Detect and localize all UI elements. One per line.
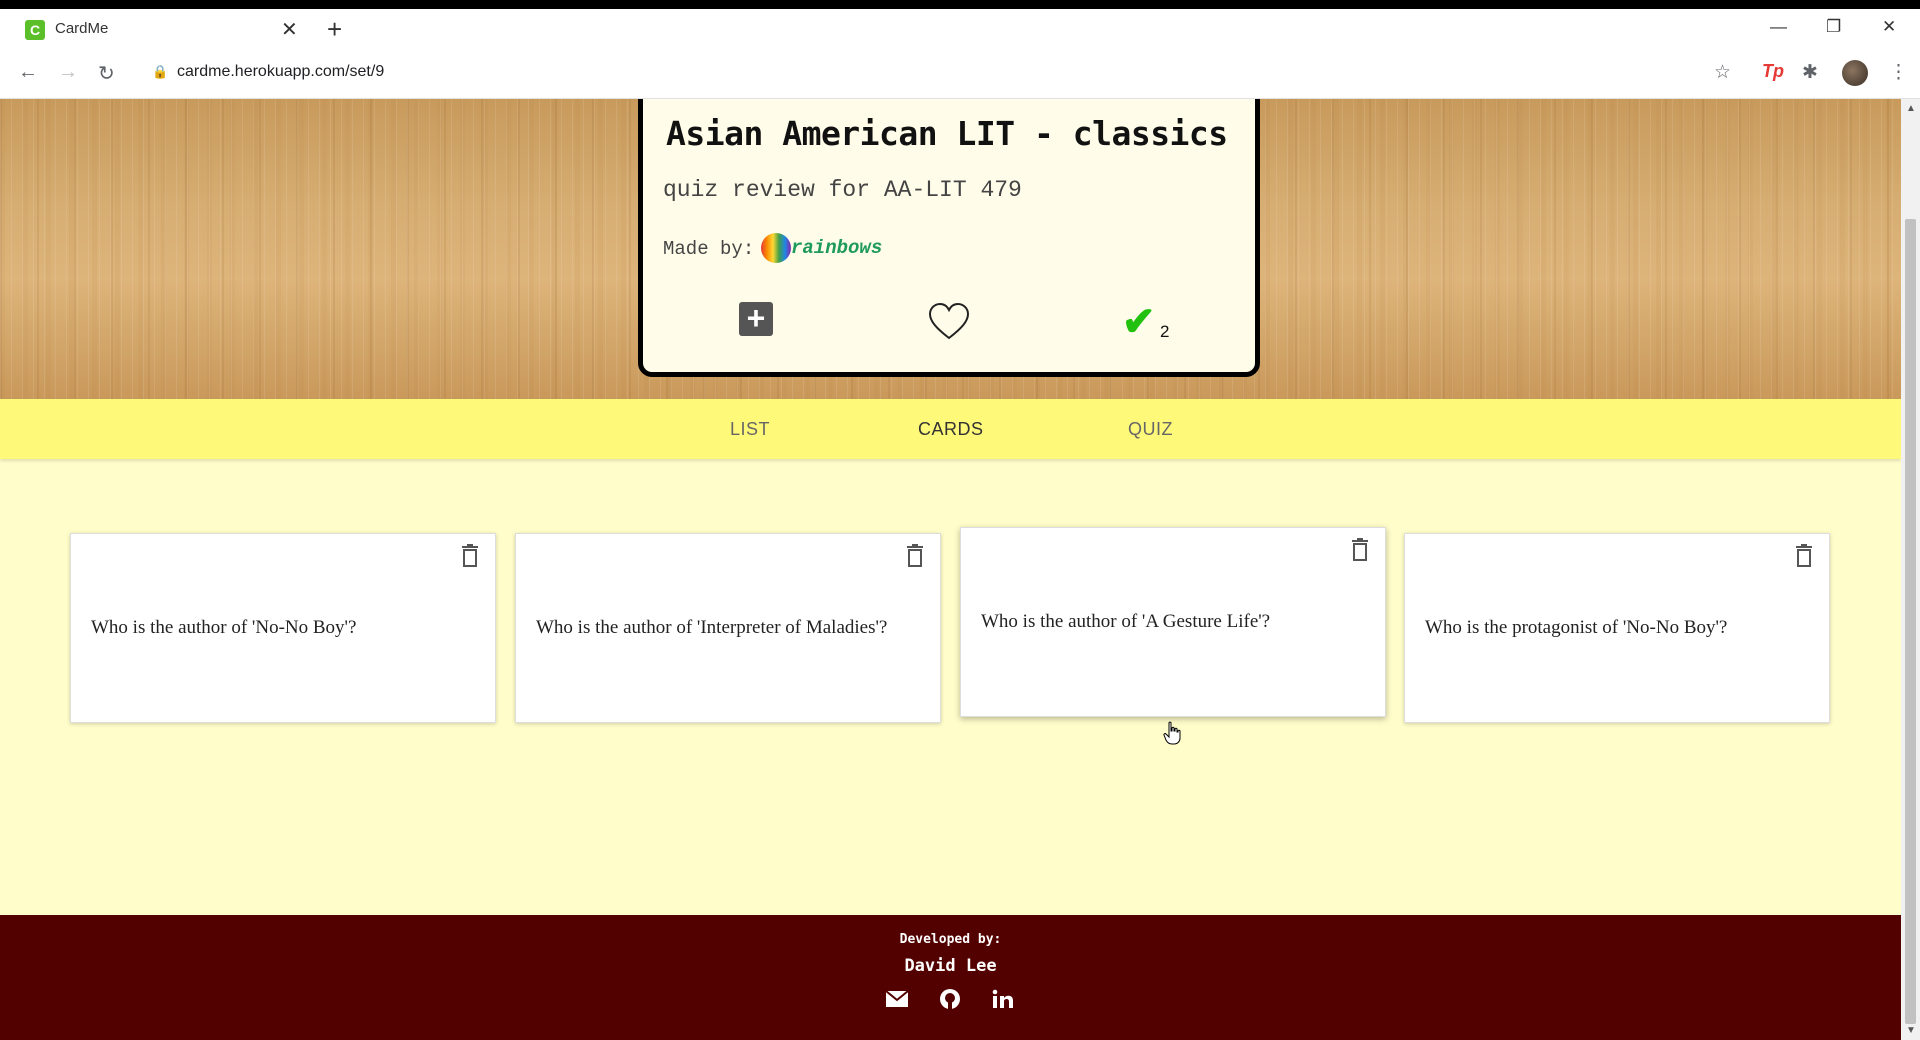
tab-title: CardMe: [55, 20, 109, 37]
developed-by-label: Developed by:: [899, 932, 1002, 947]
close-window-icon[interactable]: ✕: [1882, 17, 1896, 37]
set-header-card: Asian American LIT - classics quiz revie…: [638, 99, 1260, 377]
heart-outline-icon[interactable]: [928, 302, 970, 342]
set-description: quiz review for AA-LIT 479: [663, 177, 1022, 203]
author-avatar[interactable]: [761, 233, 791, 263]
url-field[interactable]: cardme.herokuapp.com/set/9: [177, 63, 384, 81]
scroll-thumb[interactable]: [1905, 219, 1916, 1024]
bookmark-star-icon[interactable]: ☆: [1714, 61, 1731, 84]
flashcard[interactable]: Who is the protagonist of 'No-No Boy'?: [1404, 533, 1830, 723]
reload-icon[interactable]: ↻: [98, 61, 115, 86]
author-link[interactable]: rainbows: [791, 237, 882, 259]
address-bar: ← → ↻ 🔒 cardme.herokuapp.com/set/9 ☆ Tp …: [0, 48, 1920, 99]
github-icon[interactable]: [938, 988, 962, 1010]
scroll-up-icon[interactable]: ▲: [1906, 103, 1916, 114]
tp-extension-icon[interactable]: Tp: [1762, 61, 1784, 82]
tab-strip: C CardMe ✕ + — ❐ ✕: [0, 9, 1920, 48]
envelope-icon[interactable]: [885, 988, 909, 1010]
browser-tab[interactable]: C CardMe ✕: [0, 9, 310, 48]
developer-name: David Lee: [904, 956, 997, 976]
flashcard[interactable]: Who is the author of 'Interpreter of Mal…: [515, 533, 941, 723]
flashcard-hovered[interactable]: Who is the author of 'A Gesture Life'?: [960, 527, 1386, 717]
trash-icon[interactable]: [1793, 544, 1815, 568]
card-question: Who is the author of 'No-No Boy'?: [91, 617, 357, 638]
close-tab-icon[interactable]: ✕: [281, 17, 298, 42]
scroll-down-icon[interactable]: ▼: [1906, 1025, 1916, 1036]
vertical-scrollbar[interactable]: ▲ ▼: [1901, 99, 1920, 1040]
card-question: Who is the protagonist of 'No-No Boy'?: [1425, 617, 1728, 638]
made-by-label: Made by:: [663, 238, 755, 260]
hand-cursor-icon: [1163, 721, 1181, 745]
set-title: Asian American LIT - classics: [666, 114, 1228, 153]
plus-square-icon[interactable]: +: [739, 302, 773, 336]
minimize-icon[interactable]: —: [1770, 17, 1787, 37]
tab-list[interactable]: LIST: [730, 419, 770, 440]
checkmark-icon[interactable]: ✔: [1122, 302, 1156, 342]
menu-kebab-icon[interactable]: ⋮: [1889, 61, 1908, 84]
cardme-favicon-icon: C: [25, 20, 45, 40]
page-content: Asian American LIT - classics quiz revie…: [0, 99, 1901, 1040]
card-question: Who is the author of 'A Gesture Life'?: [981, 611, 1271, 632]
back-icon[interactable]: ←: [18, 61, 38, 84]
restore-icon[interactable]: ❐: [1826, 17, 1841, 37]
trash-icon[interactable]: [459, 544, 481, 568]
forward-icon[interactable]: →: [58, 61, 78, 84]
tab-quiz[interactable]: QUIZ: [1128, 419, 1173, 440]
completions-count: 2: [1160, 322, 1170, 341]
footer: Developed by: David Lee: [0, 915, 1901, 1040]
new-tab-icon[interactable]: +: [327, 14, 342, 45]
extensions-puzzle-icon[interactable]: ✱: [1802, 61, 1818, 84]
lock-icon: 🔒: [152, 64, 169, 79]
trash-icon[interactable]: [904, 544, 926, 568]
linkedin-icon[interactable]: [991, 988, 1015, 1010]
window-top-border: [0, 0, 1920, 9]
trash-icon[interactable]: [1349, 538, 1371, 562]
flashcard[interactable]: Who is the author of 'No-No Boy'?: [70, 533, 496, 723]
view-tabs: LIST CARDS QUIZ: [0, 399, 1901, 459]
tab-cards[interactable]: CARDS: [918, 419, 984, 440]
profile-avatar[interactable]: [1842, 60, 1868, 86]
card-question: Who is the author of 'Interpreter of Mal…: [536, 617, 888, 638]
